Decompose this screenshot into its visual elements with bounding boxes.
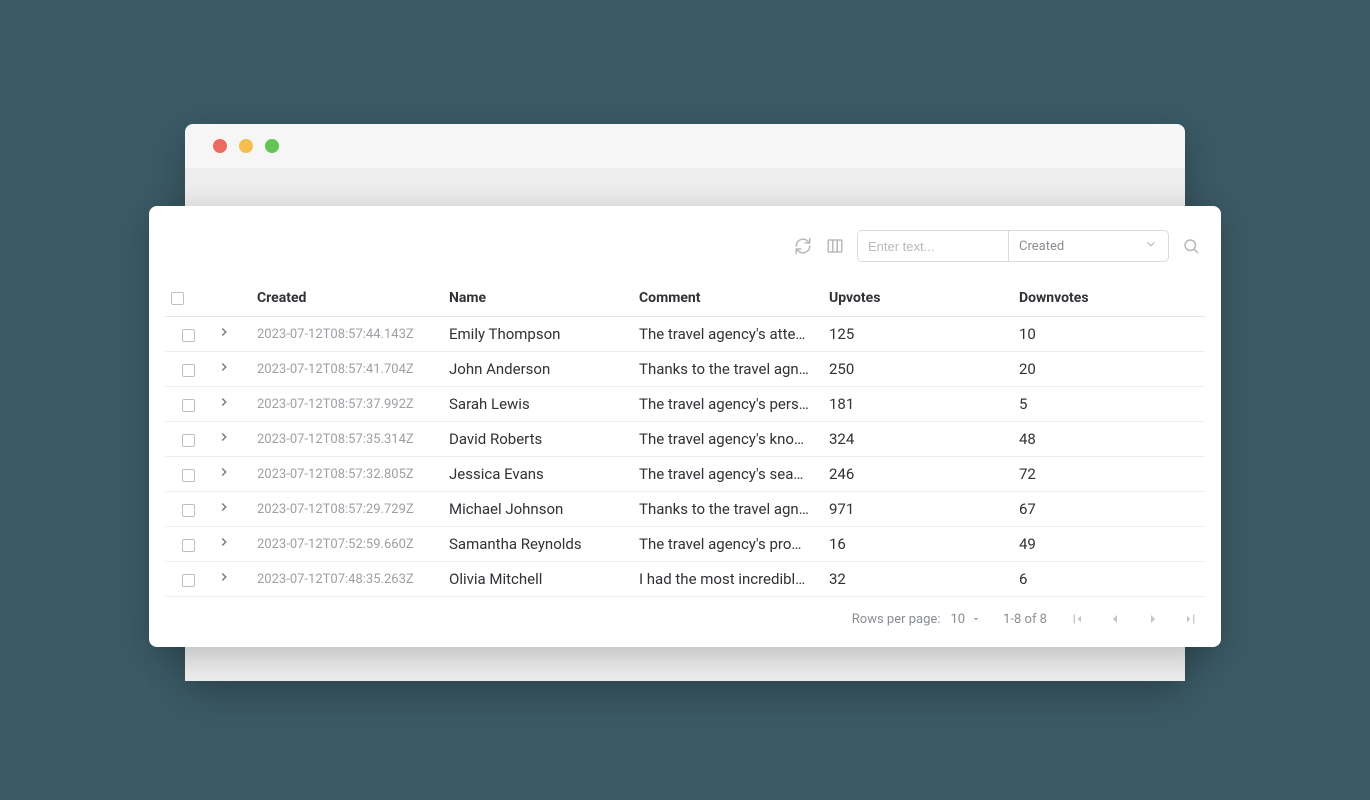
cell-upvotes: 324 xyxy=(823,422,1013,457)
first-page-button[interactable] xyxy=(1069,611,1085,627)
expand-row-icon[interactable] xyxy=(217,360,231,374)
column-header-name[interactable]: Name xyxy=(443,280,633,317)
cell-comment: The travel agency's sea… xyxy=(633,457,823,492)
columns-icon[interactable] xyxy=(825,236,845,256)
cell-comment: I had the most incredibl… xyxy=(633,562,823,597)
cell-comment: Thanks to the travel agn… xyxy=(633,352,823,387)
table-row: 2023-07-12T07:52:59.660ZSamantha Reynold… xyxy=(165,527,1205,562)
row-checkbox[interactable] xyxy=(182,469,195,482)
cell-upvotes: 125 xyxy=(823,317,1013,352)
cell-name: Emily Thompson xyxy=(443,317,633,352)
rows-per-page-select[interactable]: 10 xyxy=(950,612,981,627)
search-input[interactable] xyxy=(858,231,1008,261)
cell-created: 2023-07-12T07:52:59.660Z xyxy=(251,527,443,562)
cell-downvotes: 49 xyxy=(1013,527,1205,562)
data-table: Created Name Comment Upvotes Downvotes 2… xyxy=(165,280,1205,597)
cell-upvotes: 16 xyxy=(823,527,1013,562)
cell-comment: The travel agency's pro… xyxy=(633,527,823,562)
column-header-comment[interactable]: Comment xyxy=(633,280,823,317)
traffic-lights xyxy=(213,139,279,153)
cell-upvotes: 250 xyxy=(823,352,1013,387)
table-row: 2023-07-12T08:57:44.143ZEmily ThompsonTh… xyxy=(165,317,1205,352)
table-header-row: Created Name Comment Upvotes Downvotes xyxy=(165,280,1205,317)
search-icon[interactable] xyxy=(1181,236,1201,256)
filter-field-value: Created xyxy=(1019,239,1064,254)
pagination-bar: Rows per page: 10 1-8 of 8 xyxy=(165,597,1205,631)
cell-created: 2023-07-12T08:57:41.704Z xyxy=(251,352,443,387)
cell-downvotes: 10 xyxy=(1013,317,1205,352)
cell-created: 2023-07-12T08:57:32.805Z xyxy=(251,457,443,492)
cell-created: 2023-07-12T08:57:37.992Z xyxy=(251,387,443,422)
row-checkbox[interactable] xyxy=(182,434,195,447)
rows-per-page: Rows per page: 10 xyxy=(852,612,981,627)
row-checkbox[interactable] xyxy=(182,539,195,552)
refresh-icon[interactable] xyxy=(793,236,813,256)
cell-upvotes: 971 xyxy=(823,492,1013,527)
pagination-range: 1-8 of 8 xyxy=(1003,612,1047,627)
cell-comment: Thanks to the travel agn… xyxy=(633,492,823,527)
cell-name: Jessica Evans xyxy=(443,457,633,492)
cell-upvotes: 32 xyxy=(823,562,1013,597)
filter-field-select[interactable]: Created xyxy=(1008,231,1168,261)
cell-name: Michael Johnson xyxy=(443,492,633,527)
cell-created: 2023-07-12T07:48:35.263Z xyxy=(251,562,443,597)
cell-name: Samantha Reynolds xyxy=(443,527,633,562)
cell-name: David Roberts xyxy=(443,422,633,457)
cell-upvotes: 246 xyxy=(823,457,1013,492)
cell-upvotes: 181 xyxy=(823,387,1013,422)
table-row: 2023-07-12T08:57:35.314ZDavid RobertsThe… xyxy=(165,422,1205,457)
cell-created: 2023-07-12T08:57:35.314Z xyxy=(251,422,443,457)
rows-per-page-value: 10 xyxy=(950,612,965,627)
last-page-button[interactable] xyxy=(1183,611,1199,627)
cell-downvotes: 20 xyxy=(1013,352,1205,387)
expand-row-icon[interactable] xyxy=(217,430,231,444)
row-checkbox[interactable] xyxy=(182,329,195,342)
cell-name: John Anderson xyxy=(443,352,633,387)
cell-comment: The travel agency's atte… xyxy=(633,317,823,352)
expand-row-icon[interactable] xyxy=(217,465,231,479)
data-panel: Created Created Name Comment Upvotes Dow… xyxy=(149,206,1221,647)
row-checkbox[interactable] xyxy=(182,504,195,517)
maximize-window-button[interactable] xyxy=(265,139,279,153)
select-all-checkbox[interactable] xyxy=(171,292,184,305)
row-checkbox[interactable] xyxy=(182,364,195,377)
table-row: 2023-07-12T07:48:35.263ZOlivia MitchellI… xyxy=(165,562,1205,597)
close-window-button[interactable] xyxy=(213,139,227,153)
table-toolbar: Created xyxy=(165,230,1205,262)
table-row: 2023-07-12T08:57:29.729ZMichael JohnsonT… xyxy=(165,492,1205,527)
minimize-window-button[interactable] xyxy=(239,139,253,153)
expand-row-icon[interactable] xyxy=(217,535,231,549)
cell-created: 2023-07-12T08:57:29.729Z xyxy=(251,492,443,527)
cell-name: Sarah Lewis xyxy=(443,387,633,422)
rows-per-page-label: Rows per page: xyxy=(852,612,941,627)
cell-downvotes: 72 xyxy=(1013,457,1205,492)
expand-row-icon[interactable] xyxy=(217,570,231,584)
column-header-upvotes[interactable]: Upvotes xyxy=(823,280,1013,317)
chevron-down-icon xyxy=(1144,237,1158,255)
search-filter-group: Created xyxy=(857,230,1169,262)
cell-comment: The travel agency's pers… xyxy=(633,387,823,422)
column-header-downvotes[interactable]: Downvotes xyxy=(1013,280,1205,317)
table-row: 2023-07-12T08:57:37.992ZSarah LewisThe t… xyxy=(165,387,1205,422)
column-header-created[interactable]: Created xyxy=(251,280,443,317)
cell-created: 2023-07-12T08:57:44.143Z xyxy=(251,317,443,352)
cell-downvotes: 6 xyxy=(1013,562,1205,597)
cell-name: Olivia Mitchell xyxy=(443,562,633,597)
expand-row-icon[interactable] xyxy=(217,325,231,339)
browser-titlebar xyxy=(185,124,1185,168)
table-row: 2023-07-12T08:57:41.704ZJohn AndersonTha… xyxy=(165,352,1205,387)
cell-downvotes: 48 xyxy=(1013,422,1205,457)
expand-row-icon[interactable] xyxy=(217,395,231,409)
cell-downvotes: 5 xyxy=(1013,387,1205,422)
prev-page-button[interactable] xyxy=(1107,611,1123,627)
cell-comment: The travel agency's kno… xyxy=(633,422,823,457)
row-checkbox[interactable] xyxy=(182,399,195,412)
row-checkbox[interactable] xyxy=(182,574,195,587)
next-page-button[interactable] xyxy=(1145,611,1161,627)
table-row: 2023-07-12T08:57:32.805ZJessica EvansThe… xyxy=(165,457,1205,492)
pagination-nav xyxy=(1069,611,1199,627)
expand-row-icon[interactable] xyxy=(217,500,231,514)
cell-downvotes: 67 xyxy=(1013,492,1205,527)
